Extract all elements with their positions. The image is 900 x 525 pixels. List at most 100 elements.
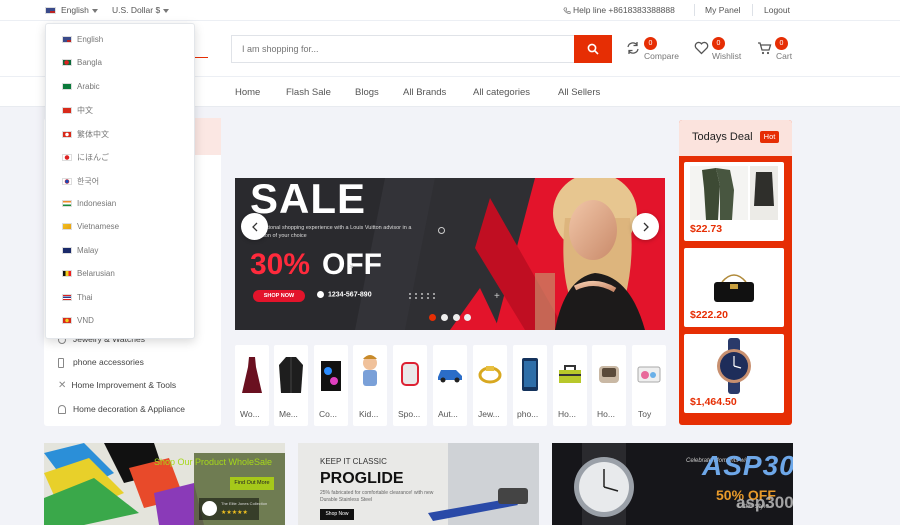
slider-next-button[interactable] [632, 213, 659, 240]
language-option-korean[interactable]: 한국어 [62, 176, 99, 187]
category-label: Aut... [438, 409, 458, 419]
handbag-image [714, 274, 754, 302]
toy-image [637, 366, 661, 383]
category-label: Me... [279, 409, 298, 419]
vietnam-star-flag-icon [62, 317, 72, 324]
x-mark: × [349, 262, 354, 271]
proglide-subtitle: 25% fabricated for comfortable clearance… [320, 490, 434, 503]
phone-circle-icon [317, 291, 324, 298]
category-label: Wo... [240, 409, 260, 419]
slider-prev-button[interactable] [241, 213, 268, 240]
language-option-belarusian[interactable]: Belarusian [62, 269, 115, 278]
category-label: Jew... [478, 409, 500, 419]
language-option-vnd[interactable]: VND [62, 316, 94, 325]
logo-circle-icon [202, 501, 217, 516]
category-item-phone-accessories[interactable]: phone accessories [58, 357, 144, 368]
vietnam-flag-icon [62, 223, 72, 230]
language-option-chinese[interactable]: 中文 [62, 105, 93, 116]
slider-dot[interactable] [464, 314, 471, 321]
deal-price: $1,464.50 [690, 396, 737, 408]
wholesale-banner[interactable]: Shop Our Product WholeSale Find Out More… [44, 443, 285, 525]
wishlist-count-badge: 0 [712, 37, 725, 50]
category-sidebar-header [195, 118, 221, 155]
car-image [438, 370, 462, 383]
language-option-traditional-chinese[interactable]: 繁体中文 [62, 129, 109, 140]
nav-blogs[interactable]: Blogs [355, 87, 379, 98]
language-option-bangla[interactable]: Bangla [62, 58, 102, 67]
saudi-flag-icon [62, 83, 72, 90]
category-label: Ho... [558, 409, 576, 419]
nav-all-brands[interactable]: All Brands [403, 87, 446, 98]
nav-all-categories[interactable]: All categories [473, 87, 530, 98]
compare-icon [627, 42, 639, 54]
proglide-banner[interactable]: KEEP IT CLASSIC PROGLIDE 25% fabricated … [298, 443, 539, 525]
nav-flash-sale[interactable]: Flash Sale [286, 87, 331, 98]
compare-button[interactable]: 0 Compare [624, 37, 684, 64]
cart-button[interactable]: 0 Cart [756, 37, 796, 64]
slider-dot[interactable] [441, 314, 448, 321]
slider-title: SALE [250, 178, 367, 222]
plus-mark: + [494, 291, 500, 302]
proglide-title: PROGLIDE [320, 470, 404, 487]
slider-dot-active[interactable] [429, 314, 436, 321]
watch-banner[interactable]: Celebrate Moments with ASP300 源码 50% OFF… [552, 443, 793, 525]
language-option-arabic[interactable]: Arabic [62, 82, 100, 91]
language-option-indonesian[interactable]: Indonesian [62, 199, 116, 208]
language-option-japanese[interactable]: にほんご [62, 152, 109, 163]
decorative-dots [407, 292, 437, 300]
category-item-home-improvement[interactable]: ✕ Home Improvement & Tools [58, 380, 176, 391]
bangladesh-flag-icon [62, 59, 72, 66]
nav-home[interactable]: Home [235, 87, 260, 98]
helpline[interactable]: Help line +8618383388888 [563, 5, 675, 15]
hero-slider[interactable]: SALE Exceptional shopping experience wit… [235, 178, 665, 330]
slider-phone: 1234-567-890 [317, 291, 372, 298]
korea-flag-icon [62, 178, 72, 185]
language-option-malay[interactable]: Malay [62, 246, 98, 255]
chevron-right-icon [643, 222, 649, 231]
category-label: Co... [319, 409, 337, 419]
cart-label: Cart [776, 51, 793, 61]
cart-icon [758, 42, 772, 55]
category-label: Spo... [398, 409, 421, 419]
category-label: Kid... [359, 409, 379, 419]
proglide-kicker: KEEP IT CLASSIC [320, 457, 387, 466]
us-flag-icon [45, 7, 56, 15]
language-option-english[interactable]: English [62, 35, 103, 44]
shop-now-button[interactable]: SHOP NOW [253, 290, 305, 302]
cart-count-badge: 0 [775, 37, 788, 50]
category-item-home-decoration[interactable]: Home decoration & Appliance [58, 404, 185, 415]
todays-deal-title: Todays Deal [692, 131, 753, 143]
currency-switcher[interactable]: U.S. Dollar $ [112, 5, 170, 15]
hongkong-flag-icon [62, 131, 72, 138]
category-label: Toy [638, 409, 652, 419]
hot-badge: Hot [760, 131, 779, 143]
shop-now-small-button[interactable]: Shop Now [320, 509, 354, 520]
wholesale-title: Shop Our Product WholeSale [154, 457, 273, 467]
language-option-thai[interactable]: Thai [62, 293, 93, 302]
thailand-flag-icon [62, 294, 72, 301]
dress-image [242, 357, 262, 393]
ring-image [478, 366, 502, 384]
language-option-vietnamese[interactable]: Vietnamese [62, 222, 119, 231]
find-out-more-button[interactable]: Find Out More [230, 477, 274, 490]
slider-discount-number: 30% [250, 248, 311, 281]
divider [752, 4, 753, 16]
language-dropdown: English Bangla Arabic 中文 繁体中文 にほんご 한국어 I… [45, 23, 195, 339]
wishlist-button[interactable]: 0 Wishlist [692, 37, 747, 64]
glove-image [401, 362, 419, 386]
toolbox-image [559, 365, 581, 383]
search-button[interactable] [574, 35, 612, 63]
top-bar: English U.S. Dollar $ Help line +8618383… [0, 0, 900, 21]
logout-link[interactable]: Logout [764, 5, 790, 15]
slider-dot[interactable] [453, 314, 460, 321]
language-switcher[interactable]: English [45, 5, 98, 15]
chevron-down-icon [163, 8, 170, 13]
search-input[interactable] [231, 35, 574, 63]
deal-price: $222.20 [690, 309, 728, 321]
star-rating: ★★★★★ [221, 510, 248, 516]
my-panel-link[interactable]: My Panel [705, 5, 740, 15]
baby-image [363, 355, 377, 386]
heart-icon [694, 41, 709, 55]
divider [694, 4, 695, 16]
nav-all-sellers[interactable]: All Sellers [558, 87, 600, 98]
